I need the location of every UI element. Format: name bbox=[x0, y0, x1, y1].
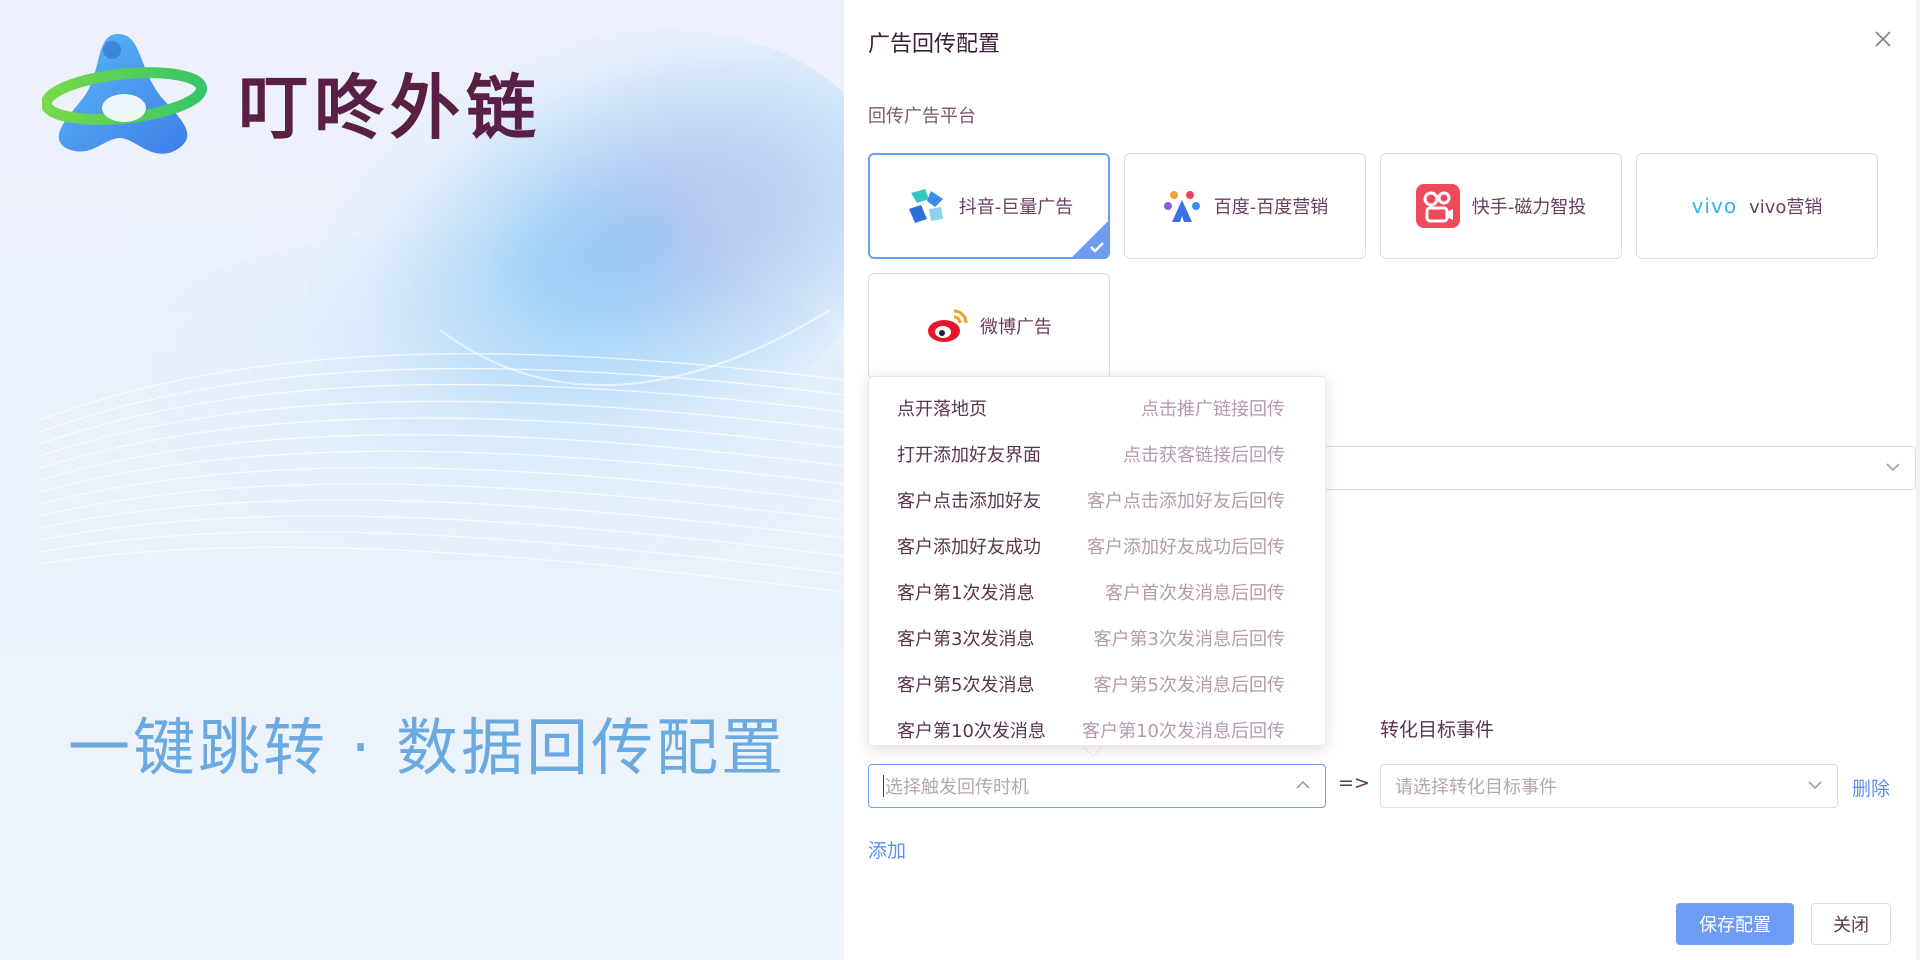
dropdown-option[interactable]: 点开落地页 点击推广链接回传 bbox=[869, 385, 1325, 431]
option-description: 点击推广链接回传 bbox=[1141, 399, 1285, 420]
selected-check-icon bbox=[1072, 221, 1108, 257]
option-label: 客户第5次发消息 bbox=[897, 675, 1035, 696]
ad-callback-config-drawer: 广告回传配置 回传广告平台 抖音-巨量广告 百度-百度营销 快手-磁力智投 vi… bbox=[844, 0, 1920, 960]
kuaishou-icon bbox=[1415, 184, 1460, 228]
option-description: 客户第10次发消息后回传 bbox=[1082, 721, 1285, 742]
drawer-scroll-edge bbox=[1916, 0, 1920, 960]
platform-card-baidu[interactable]: 百度-百度营销 bbox=[1124, 153, 1366, 259]
vivo-icon: vivo bbox=[1691, 194, 1738, 218]
chevron-down-icon bbox=[1808, 781, 1822, 790]
platform-section-label: 回传广告平台 bbox=[868, 106, 976, 127]
platform-card-ocean-engine[interactable]: 抖音-巨量广告 bbox=[868, 153, 1110, 259]
option-description: 客户点击添加好友后回传 bbox=[1087, 491, 1285, 512]
platform-label: 抖音-巨量广告 bbox=[958, 197, 1074, 218]
option-description: 客户第3次发消息后回传 bbox=[1093, 629, 1285, 650]
conversion-target-select[interactable]: 请选择转化目标事件 bbox=[1380, 764, 1838, 808]
dropdown-option[interactable]: 客户第5次发消息 客户第5次发消息后回传 bbox=[869, 661, 1325, 707]
option-label: 客户第1次发消息 bbox=[897, 583, 1035, 604]
close-icon[interactable] bbox=[1874, 30, 1892, 48]
option-description: 客户首次发消息后回传 bbox=[1105, 583, 1285, 604]
wave-lines-decoration bbox=[39, 309, 844, 593]
dropdown-option[interactable]: 客户第1次发消息 客户首次发消息后回传 bbox=[869, 569, 1325, 615]
option-label: 打开添加好友界面 bbox=[897, 445, 1041, 466]
platform-card-kuaishou[interactable]: 快手-磁力智投 bbox=[1380, 153, 1622, 259]
platform-label: 快手-磁力智投 bbox=[1471, 197, 1587, 218]
baidu-marketing-icon bbox=[1162, 186, 1202, 226]
brand-logo-icon bbox=[42, 34, 208, 154]
trigger-timing-placeholder: 选择触发回传时机 bbox=[885, 777, 1029, 798]
weibo-icon bbox=[926, 307, 968, 345]
slogan: 一键跳转 · 数据回传配置 bbox=[68, 711, 787, 784]
dropdown-option[interactable]: 客户第10次发消息 客户第10次发消息后回传 bbox=[869, 707, 1325, 745]
option-label: 客户点击添加好友 bbox=[897, 491, 1041, 512]
option-label: 客户第3次发消息 bbox=[897, 629, 1035, 650]
text-caret bbox=[883, 775, 884, 797]
chevron-down-icon bbox=[1886, 463, 1900, 472]
platform-label: 微博广告 bbox=[980, 317, 1052, 338]
drawer-title: 广告回传配置 bbox=[868, 32, 1001, 57]
brand-name: 叮咚外链 bbox=[238, 67, 542, 149]
close-button[interactable]: 关闭 bbox=[1811, 903, 1891, 945]
dropdown-option[interactable]: 打开添加好友界面 点击获客链接后回传 bbox=[869, 431, 1325, 477]
trigger-timing-select[interactable]: 选择触发回传时机 bbox=[868, 764, 1326, 808]
dropdown-option[interactable]: 客户第3次发消息 客户第3次发消息后回传 bbox=[869, 615, 1325, 661]
option-description: 客户添加好友成功后回传 bbox=[1087, 537, 1285, 558]
platform-card-weibo[interactable]: 微博广告 bbox=[868, 273, 1110, 379]
option-label: 点开落地页 bbox=[897, 399, 987, 420]
conversion-target-placeholder: 请选择转化目标事件 bbox=[1395, 777, 1557, 798]
trigger-timing-dropdown: 点开落地页 点击推广链接回传 打开添加好友界面 点击获客链接后回传 客户点击添加… bbox=[868, 376, 1326, 746]
chevron-up-icon bbox=[1296, 780, 1310, 789]
option-description: 点击获客链接后回传 bbox=[1123, 445, 1285, 466]
option-label: 客户添加好友成功 bbox=[897, 537, 1041, 558]
dropdown-option[interactable]: 客户点击添加好友 客户点击添加好友后回传 bbox=[869, 477, 1325, 523]
option-description: 客户第5次发消息后回传 bbox=[1093, 675, 1285, 696]
platform-label: 百度-百度营销 bbox=[1213, 197, 1329, 218]
platform-card-vivo[interactable]: vivo vivo营销 bbox=[1636, 153, 1878, 259]
promo-banner: 叮咚外链 一键跳转 · 数据回传配置 bbox=[0, 0, 844, 960]
conversion-target-label: 转化目标事件 bbox=[1380, 719, 1495, 741]
add-link[interactable]: 添加 bbox=[868, 836, 906, 863]
option-label: 客户第10次发消息 bbox=[897, 721, 1046, 742]
platform-label: vivo营销 bbox=[1749, 197, 1823, 218]
save-config-button[interactable]: 保存配置 bbox=[1676, 903, 1794, 945]
dropdown-option[interactable]: 客户添加好友成功 客户添加好友成功后回传 bbox=[869, 523, 1325, 569]
delete-link[interactable]: 删除 bbox=[1852, 774, 1890, 801]
ocean-engine-icon bbox=[905, 185, 947, 227]
mapping-arrow: => bbox=[1338, 772, 1370, 794]
